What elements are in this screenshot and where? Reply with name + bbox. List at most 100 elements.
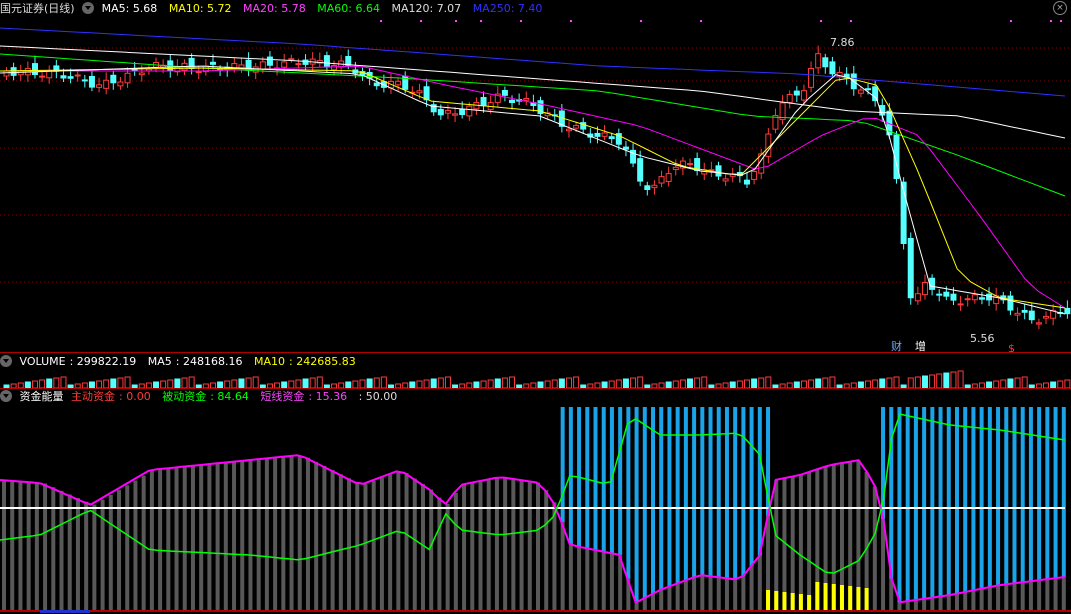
fund-grey-bar	[396, 471, 401, 610]
fund-grey-bar	[536, 482, 540, 610]
candlestick	[124, 72, 131, 84]
volume-panel-header: VOLUME: 299822.19 MA5: 248168.16 MA10: 2…	[0, 354, 364, 370]
volume-bar	[558, 378, 565, 388]
volume-bar	[800, 380, 807, 388]
event-dot	[1050, 20, 1052, 22]
volume-bar	[758, 377, 765, 388]
fund-grey-bar	[922, 598, 927, 610]
fund-grey-bar	[568, 544, 573, 610]
fund-grey-bar	[560, 522, 565, 610]
fund-grey-bar	[790, 476, 795, 610]
volume-bar	[295, 379, 302, 388]
fund-grey-bar	[34, 482, 39, 610]
volume-dropdown-icon[interactable]	[0, 355, 12, 367]
short-fund-label: 短线资金: 15.36	[260, 390, 348, 403]
candlestick	[986, 293, 993, 301]
volume-bar	[501, 377, 508, 388]
candlestick	[480, 96, 487, 107]
fund-grey-bar	[240, 461, 245, 610]
volume-bar	[608, 380, 615, 388]
fund-grey-bar	[174, 467, 179, 610]
candlestick	[608, 136, 615, 140]
volume-bar	[423, 379, 430, 388]
fund-blue-bar	[560, 407, 565, 523]
candlestick	[67, 76, 74, 79]
volume-bar	[1064, 379, 1071, 388]
candlestick	[808, 67, 815, 88]
fund-grey-bar	[749, 565, 754, 610]
fund-grey-bar	[223, 462, 228, 610]
fund-grey-bar	[954, 593, 959, 610]
fund-grey-bar	[724, 578, 729, 610]
event-dot	[700, 20, 702, 22]
short-fund-bar	[831, 584, 836, 610]
candlestick	[395, 80, 402, 86]
fund-grey-bar	[577, 546, 582, 610]
fund-blue-bar	[979, 407, 984, 589]
fund-blue-bar	[913, 407, 918, 600]
candlestick	[715, 165, 722, 177]
fund-blue-bar	[642, 407, 647, 599]
fund-title: 资金能量	[19, 390, 64, 403]
fund-grey-bar	[43, 483, 48, 610]
fund-grey-bar	[1037, 580, 1042, 610]
candlestick	[921, 282, 928, 296]
ma60-label: MA60: 6.64	[317, 2, 380, 15]
fund-blue-bar	[626, 407, 631, 579]
fund-grey-bar	[716, 577, 721, 610]
volume-bar	[167, 379, 174, 388]
candlestick	[743, 179, 750, 185]
fund-grey-bar	[552, 502, 557, 610]
ma120-label: MA120: 7.07	[391, 2, 462, 15]
short-fund-bar	[864, 588, 869, 610]
candlestick	[672, 166, 679, 170]
fund-grey-bar	[519, 480, 524, 610]
fund-grey-bar	[692, 577, 697, 610]
extra-value-label: : 50.00	[358, 390, 398, 403]
short-fund-bar	[766, 590, 771, 610]
fund-blue-bar	[675, 407, 680, 584]
candlestick	[452, 113, 459, 116]
fund-blue-bar	[651, 407, 656, 595]
fund-grey-bar	[913, 599, 918, 610]
fund-grey-bar	[133, 480, 138, 610]
volume-bar	[1007, 378, 1014, 388]
fund-grey-bar	[651, 594, 656, 610]
fund-grey-bar	[585, 548, 590, 610]
candlestick	[929, 277, 936, 290]
candlestick	[1028, 310, 1035, 321]
volume-bar	[110, 378, 117, 388]
ma250-line	[0, 27, 1066, 97]
volume-bar	[701, 376, 708, 388]
fund-dropdown-icon[interactable]	[0, 390, 12, 402]
volume-bar	[288, 380, 295, 388]
volume-chart[interactable]	[0, 370, 1071, 388]
candlestick-chart[interactable]: 7.86 5.56 财增 $	[0, 16, 1071, 352]
fund-grey-bar	[273, 457, 278, 610]
candlestick	[943, 291, 950, 297]
ma120-line	[0, 45, 1066, 139]
fund-grey-bar	[667, 586, 672, 610]
fund-grey-bar	[100, 499, 105, 610]
candlestick	[1021, 309, 1028, 313]
volume-bar	[480, 380, 487, 388]
fund-grey-bar	[987, 586, 992, 610]
fund-grey-bar	[84, 501, 89, 610]
candlestick	[74, 74, 81, 77]
fund-grey-bar	[453, 492, 458, 610]
fund-grey-bar	[215, 463, 220, 610]
indicator-dropdown-icon[interactable]	[82, 2, 95, 14]
volume-bar	[936, 373, 943, 388]
candlestick	[523, 97, 530, 101]
candlestick	[373, 82, 380, 87]
volume-bar	[231, 379, 238, 388]
close-panel-icon[interactable]: ×	[1053, 1, 1067, 15]
volume-bar	[872, 379, 879, 388]
volume-bar	[238, 378, 245, 388]
fund-energy-chart[interactable]	[0, 405, 1071, 614]
fund-grey-bar	[125, 485, 130, 610]
volume-bar	[103, 379, 110, 388]
candlestick	[1043, 315, 1050, 319]
event-dot	[1010, 20, 1012, 22]
volume-bar	[957, 370, 964, 388]
